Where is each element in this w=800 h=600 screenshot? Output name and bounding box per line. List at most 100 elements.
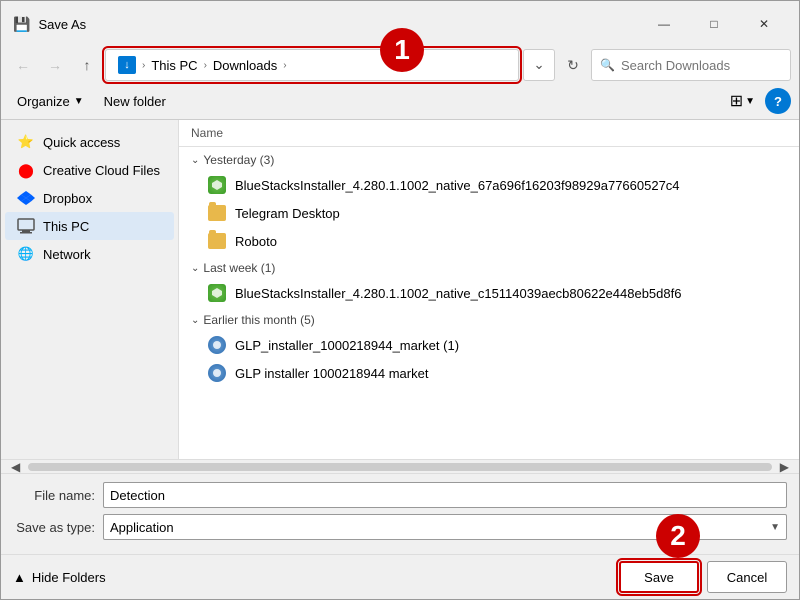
quick-access-label: Quick access — [43, 135, 120, 150]
quick-access-icon: ⭐ — [17, 133, 35, 151]
address-bar: ← → ↑ ↓ › This PC › Downloads › ⌄ ↻ — [1, 45, 799, 85]
back-button[interactable]: ← — [9, 51, 37, 79]
hide-folders-chevron-icon: ▲ — [13, 570, 26, 585]
creative-cloud-icon: ⬤ — [17, 161, 35, 179]
file-name-input[interactable] — [103, 482, 787, 508]
this-pc-icon — [17, 217, 35, 235]
file-name: Telegram Desktop — [235, 206, 340, 221]
save-type-value: Application — [110, 520, 174, 535]
file-name: GLP installer 1000218944 market — [235, 366, 428, 381]
save-button[interactable]: Save — [619, 561, 699, 593]
sidebar-item-this-pc[interactable]: This PC — [5, 212, 174, 240]
name-column-header: Name — [191, 126, 223, 140]
view-icon: ⊞ — [730, 91, 743, 111]
download-folder-icon: ↓ — [118, 56, 136, 74]
close-button[interactable]: ✕ — [741, 9, 787, 39]
group-last-week-label: Last week (1) — [203, 261, 275, 275]
organize-dropdown-icon: ▼ — [74, 96, 84, 107]
horizontal-scrollbar[interactable]: ◀ ▶ — [1, 459, 799, 473]
breadcrumb-bar[interactable]: ↓ › This PC › Downloads › — [105, 49, 519, 81]
this-pc-label: This PC — [151, 58, 197, 73]
list-item[interactable]: GLP installer 1000218944 market — [179, 359, 799, 387]
network-label: Network — [43, 247, 91, 262]
save-type-row: Save as type: Application ▼ — [13, 514, 787, 540]
breadcrumb-downloads[interactable]: Downloads — [209, 56, 281, 75]
file-name-label: File name: — [13, 488, 103, 503]
hide-folders-toggle[interactable]: ▲ Hide Folders — [13, 570, 106, 585]
main-content: ⭐ Quick access ⬤ Creative Cloud Files Dr… — [1, 119, 799, 459]
sidebar-item-dropbox[interactable]: Dropbox — [5, 184, 174, 212]
sidebar: ⭐ Quick access ⬤ Creative Cloud Files Dr… — [1, 120, 179, 459]
help-button[interactable]: ? — [765, 88, 791, 114]
minimize-button[interactable]: — — [641, 9, 687, 39]
glp-icon-2 — [207, 363, 227, 383]
up-button[interactable]: ↑ — [73, 51, 101, 79]
folder-icon-telegram — [207, 203, 227, 223]
bottom-actions: ▲ Hide Folders Save Cancel — [1, 554, 799, 599]
list-item[interactable]: Roboto — [179, 227, 799, 255]
view-button[interactable]: ⊞ ▼ — [724, 87, 761, 115]
save-type-label: Save as type: — [13, 520, 103, 535]
group-yesterday-label: Yesterday (3) — [203, 153, 274, 167]
refresh-button[interactable]: ↻ — [559, 51, 587, 79]
toolbar: Organize ▼ New folder ⊞ ▼ ? — [1, 85, 799, 119]
sidebar-item-creative-cloud[interactable]: ⬤ Creative Cloud Files — [5, 156, 174, 184]
hide-folders-label: Hide Folders — [32, 570, 106, 585]
title-bar-controls: — □ ✕ — [641, 9, 787, 39]
glp-icon-1 — [207, 335, 227, 355]
bluestacks-icon-1 — [207, 175, 227, 195]
file-name: Roboto — [235, 234, 277, 249]
chevron-down-icon: ⌄ — [191, 263, 199, 274]
bottom-form: File name: Save as type: Application ▼ — [1, 473, 799, 554]
search-box[interactable]: 🔍 — [591, 49, 791, 81]
list-item[interactable]: BlueStacksInstaller_4.280.1.1002_native_… — [179, 171, 799, 199]
window-title: Save As — [38, 17, 86, 32]
breadcrumb-download-icon[interactable]: ↓ — [114, 54, 140, 76]
dropbox-icon — [17, 189, 35, 207]
group-earlier-label: Earlier this month (5) — [203, 313, 314, 327]
organize-label: Organize — [17, 94, 70, 109]
group-last-week[interactable]: ⌄ Last week (1) — [179, 257, 799, 279]
title-bar-left: 💾 Save As — [13, 16, 86, 33]
new-folder-button[interactable]: New folder — [96, 90, 174, 113]
list-item[interactable]: BlueStacksInstaller_4.280.1.1002_native_… — [179, 279, 799, 307]
title-bar: 💾 Save As — □ ✕ — [1, 1, 799, 45]
forward-button[interactable]: → — [41, 51, 69, 79]
dropbox-label: Dropbox — [43, 191, 92, 206]
file-name-row: File name: — [13, 482, 787, 508]
file-name: BlueStacksInstaller_4.280.1.1002_native_… — [235, 178, 680, 193]
downloads-label: Downloads — [213, 58, 277, 73]
view-dropdown-icon: ▼ — [745, 96, 755, 107]
search-icon: 🔍 — [600, 58, 615, 72]
new-folder-label: New folder — [104, 94, 166, 109]
bluestacks-icon-2 — [207, 283, 227, 303]
folder-icon-roboto — [207, 231, 227, 251]
scroll-thumb[interactable] — [28, 463, 772, 471]
this-pc-sidebar-label: This PC — [43, 219, 89, 234]
maximize-button[interactable]: □ — [691, 9, 737, 39]
list-item[interactable]: GLP_installer_1000218944_market (1) — [179, 331, 799, 359]
file-list-header: Name — [179, 120, 799, 147]
group-yesterday[interactable]: ⌄ Yesterday (3) — [179, 149, 799, 171]
network-icon: 🌐 — [17, 245, 35, 263]
breadcrumb-this-pc[interactable]: This PC — [147, 56, 201, 75]
search-input[interactable] — [621, 58, 782, 73]
file-name: BlueStacksInstaller_4.280.1.1002_native_… — [235, 286, 681, 301]
save-type-dropdown[interactable]: Application ▼ — [103, 514, 787, 540]
cancel-button[interactable]: Cancel — [707, 561, 787, 593]
file-name: GLP_installer_1000218944_market (1) — [235, 338, 459, 353]
sidebar-item-quick-access[interactable]: ⭐ Quick access — [5, 128, 174, 156]
chevron-down-icon: ⌄ — [191, 155, 199, 166]
window-icon: 💾 — [13, 16, 30, 33]
chevron-down-icon: ⌄ — [191, 315, 199, 326]
file-area: Name ⌄ Yesterday (3) BlueStacksInstaller… — [179, 120, 799, 459]
save-as-dialog: 💾 Save As — □ ✕ ← → ↑ ↓ › This PC — [0, 0, 800, 600]
address-dropdown-button[interactable]: ⌄ — [523, 49, 555, 81]
list-item[interactable]: Telegram Desktop — [179, 199, 799, 227]
organize-button[interactable]: Organize ▼ — [9, 90, 92, 113]
group-earlier[interactable]: ⌄ Earlier this month (5) — [179, 309, 799, 331]
action-buttons: Save Cancel — [619, 561, 787, 593]
creative-cloud-label: Creative Cloud Files — [43, 163, 160, 178]
sidebar-item-network[interactable]: 🌐 Network — [5, 240, 174, 268]
save-type-dropdown-icon: ▼ — [770, 522, 780, 533]
